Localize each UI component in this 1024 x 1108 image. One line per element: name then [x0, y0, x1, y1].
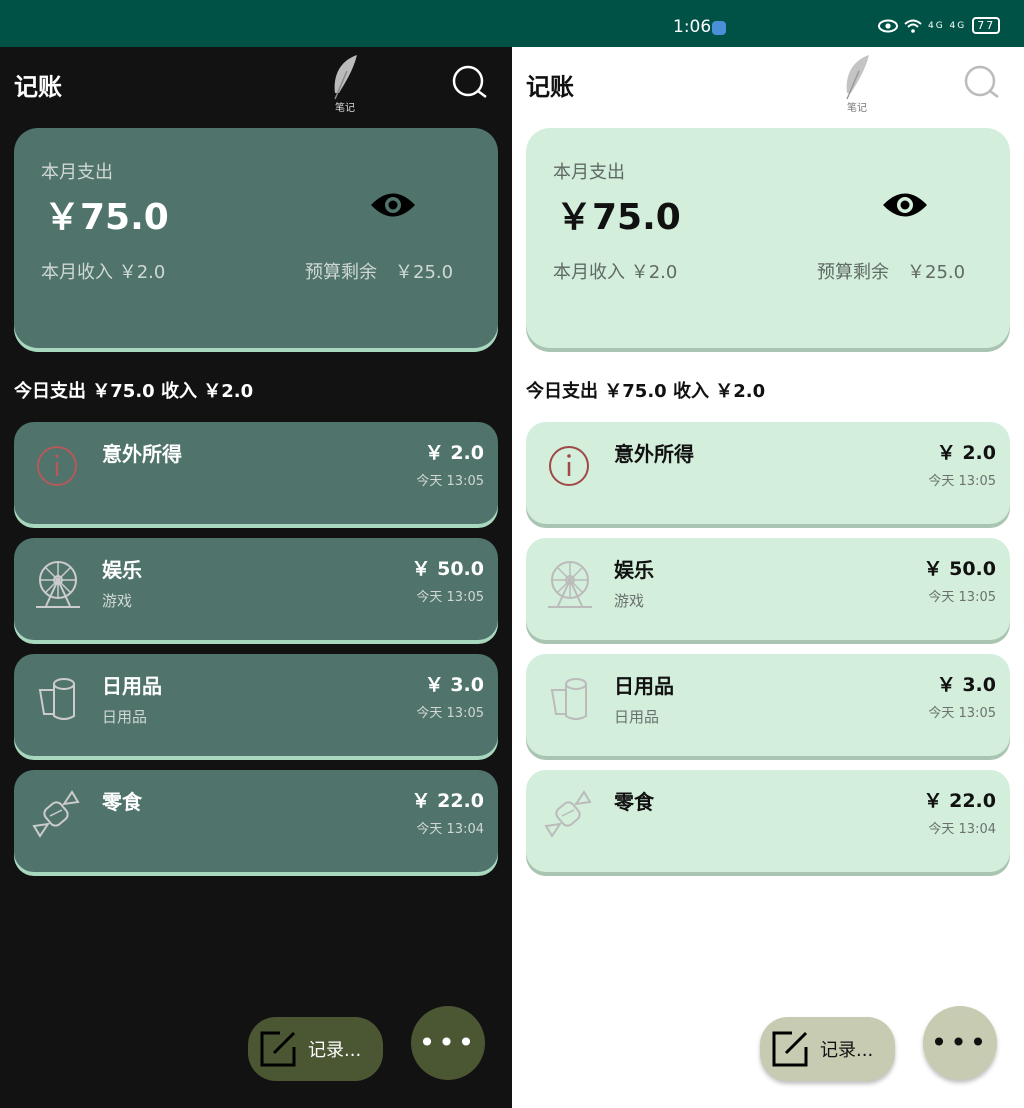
record-amount: ￥ 3.0 — [424, 674, 484, 696]
record-amount: ￥ 50.0 — [923, 558, 997, 580]
record-button[interactable]: 记录... — [760, 1017, 895, 1081]
month-expense-label: 本月支出 — [553, 162, 625, 183]
feather-icon — [846, 55, 869, 100]
record-category: 日用品 — [102, 674, 162, 698]
month-expense-label: 本月支出 — [41, 162, 113, 183]
record-item[interactable]: 零食 ￥ 22.0 今天 13:04 — [526, 770, 1010, 872]
eye-icon[interactable] — [882, 188, 928, 222]
record-time: 今天 13:05 — [928, 706, 996, 721]
record-category: 娱乐 — [102, 558, 142, 582]
toilet-paper-icon — [550, 678, 587, 720]
record-amount: ￥ 3.0 — [936, 674, 996, 696]
top-bar: 记账 笔记 — [512, 47, 1024, 127]
candy-icon — [32, 790, 80, 838]
month-expense-amount: ￥75.0 — [556, 197, 681, 238]
record-category: 零食 — [102, 790, 142, 814]
month-income: 本月收入 ￥2.0 — [553, 262, 678, 283]
status-time: 1:06 — [673, 17, 712, 37]
record-button[interactable]: 记录... — [248, 1017, 383, 1081]
battery-icon: 77 — [972, 17, 1001, 34]
record-note: 游戏 — [614, 592, 645, 610]
notification-app-icon — [712, 21, 726, 35]
logo-label: 笔记 — [847, 103, 867, 114]
month-summary-card[interactable]: 本月支出 ￥75.0 本月收入 ￥2.0 预算剩余 ￥25.0 — [526, 128, 1010, 348]
budget-remaining: 预算剩余 ￥25.0 — [305, 262, 454, 283]
today-summary: 今日支出 ￥75.0 收入 ￥2.0 — [14, 381, 254, 402]
more-icon: ••• — [418, 1026, 478, 1059]
record-category: 日用品 — [614, 674, 674, 698]
toilet-paper-icon — [38, 678, 75, 720]
ferris-wheel-icon — [36, 561, 80, 608]
notes-logo[interactable]: 笔记 — [320, 53, 370, 115]
status-bar: 1:06 4G 4G 77 — [0, 0, 1024, 47]
record-time: 今天 13:05 — [416, 474, 484, 489]
more-button[interactable]: ••• — [411, 1006, 485, 1080]
light-theme-panel: 记账 笔记 本月支出 ￥75.0 本月收入 ￥2.0 预算剩余 ￥25.0 今日… — [512, 47, 1024, 1108]
record-item[interactable]: 意外所得 ￥ 2.0 今天 13:05 — [526, 422, 1010, 524]
dark-theme-panel: 记账 笔记 本月支出 ￥75.0 本月收入 ￥2.0 预算剩余 ￥25.0 今日… — [0, 47, 512, 1108]
more-button[interactable]: ••• — [923, 1006, 997, 1080]
record-item[interactable]: 娱乐 游戏 ￥ 50.0 今天 13:05 — [14, 538, 498, 640]
status-icons: 4G 4G 77 — [878, 17, 1001, 34]
record-amount: ￥ 50.0 — [411, 558, 485, 580]
record-button-label: 记录... — [308, 1040, 362, 1061]
wifi-icon — [904, 19, 922, 33]
record-button-label: 记录... — [820, 1040, 874, 1061]
today-summary: 今日支出 ￥75.0 收入 ￥2.0 — [526, 381, 766, 402]
search-icon[interactable] — [450, 63, 490, 103]
record-category: 意外所得 — [614, 442, 694, 466]
record-amount: ￥ 22.0 — [411, 790, 485, 812]
record-item[interactable]: 日用品 日用品 ￥ 3.0 今天 13:05 — [526, 654, 1010, 756]
record-time: 今天 13:05 — [416, 590, 484, 605]
search-icon[interactable] — [962, 63, 1002, 103]
more-icon: ••• — [930, 1026, 990, 1059]
record-category: 娱乐 — [614, 558, 654, 582]
record-note: 游戏 — [102, 592, 133, 610]
record-time: 今天 13:04 — [416, 822, 484, 837]
month-expense-amount: ￥75.0 — [44, 197, 169, 238]
record-item[interactable]: 意外所得 ￥ 2.0 今天 13:05 — [14, 422, 498, 524]
signal-icon: 4G 4G — [928, 20, 967, 31]
info-circle-icon — [549, 446, 589, 486]
record-amount: ￥ 22.0 — [923, 790, 997, 812]
feather-icon — [334, 55, 357, 100]
record-amount: ￥ 2.0 — [936, 442, 996, 464]
ferris-wheel-icon — [548, 561, 592, 608]
page-title: 记账 — [526, 73, 574, 101]
eye-icon[interactable] — [370, 188, 416, 222]
month-income: 本月收入 ￥2.0 — [41, 262, 166, 283]
logo-label: 笔记 — [335, 103, 355, 114]
record-item[interactable]: 娱乐 游戏 ￥ 50.0 今天 13:05 — [526, 538, 1010, 640]
edit-icon — [260, 1031, 296, 1067]
budget-remaining: 预算剩余 ￥25.0 — [817, 262, 966, 283]
top-bar: 记账 笔记 — [0, 47, 512, 127]
record-item[interactable]: 日用品 日用品 ￥ 3.0 今天 13:05 — [14, 654, 498, 756]
candy-icon — [544, 790, 592, 838]
page-title: 记账 — [14, 73, 62, 101]
record-note: 日用品 — [614, 708, 660, 726]
eye-care-icon — [878, 19, 898, 32]
record-category: 意外所得 — [102, 442, 182, 466]
record-time: 今天 13:05 — [416, 706, 484, 721]
record-time: 今天 13:04 — [928, 822, 996, 837]
month-summary-card[interactable]: 本月支出 ￥75.0 本月收入 ￥2.0 预算剩余 ￥25.0 — [14, 128, 498, 348]
info-circle-icon — [37, 446, 77, 486]
record-note: 日用品 — [102, 708, 148, 726]
notes-logo[interactable]: 笔记 — [832, 53, 882, 115]
record-item[interactable]: 零食 ￥ 22.0 今天 13:04 — [14, 770, 498, 872]
edit-icon — [772, 1031, 808, 1067]
record-category: 零食 — [614, 790, 654, 814]
record-amount: ￥ 2.0 — [424, 442, 484, 464]
record-time: 今天 13:05 — [928, 474, 996, 489]
record-time: 今天 13:05 — [928, 590, 996, 605]
